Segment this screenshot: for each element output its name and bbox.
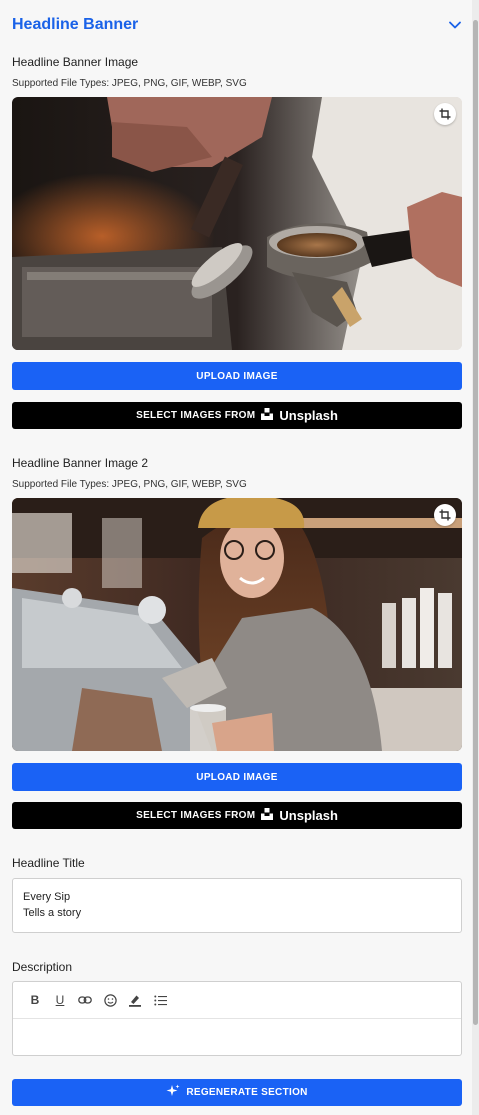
image1-label: Headline Banner Image xyxy=(12,55,139,69)
barista-photo xyxy=(12,498,462,751)
bold-icon[interactable]: B xyxy=(27,992,43,1008)
banner-image-1 xyxy=(12,97,462,350)
crop-icon[interactable] xyxy=(434,103,456,125)
upload-image-button-1[interactable]: UPLOAD IMAGE xyxy=(12,362,462,390)
image2-file-types: Supported File Types: JPEG, PNG, GIF, WE… xyxy=(12,479,247,490)
unsplash-button-label: SELECT IMAGES FROM xyxy=(136,810,256,821)
image2-label: Headline Banner Image 2 xyxy=(12,456,149,470)
headline-title-input[interactable]: Every Sip Tells a story xyxy=(12,878,462,933)
sparkle-icon xyxy=(166,1084,180,1101)
settings-panel: Headline Banner Headline Banner Image Su… xyxy=(0,0,472,1115)
select-unsplash-button-2[interactable]: SELECT IMAGES FROM Unsplash xyxy=(12,802,462,829)
crop-icon[interactable] xyxy=(434,504,456,526)
chevron-down-icon[interactable] xyxy=(448,18,462,32)
banner-image-2 xyxy=(12,498,462,751)
link-icon[interactable] xyxy=(77,992,93,1008)
regenerate-section-button[interactable]: REGENERATE SECTION xyxy=(12,1079,462,1106)
regenerate-label: REGENERATE SECTION xyxy=(186,1087,308,1098)
highlight-icon[interactable] xyxy=(127,992,143,1008)
select-unsplash-button-1[interactable]: SELECT IMAGES FROM Unsplash xyxy=(12,402,462,429)
section-title: Headline Banner xyxy=(12,16,139,33)
scrollbar[interactable] xyxy=(472,0,479,1115)
description-label: Description xyxy=(12,960,73,974)
description-content[interactable] xyxy=(13,1019,461,1055)
list-icon[interactable] xyxy=(152,992,168,1008)
section-header[interactable]: Headline Banner xyxy=(12,14,462,36)
image1-file-types: Supported File Types: JPEG, PNG, GIF, WE… xyxy=(12,78,247,89)
editor-toolbar: B U xyxy=(13,982,461,1019)
unsplash-logo-icon xyxy=(261,408,274,423)
description-editor[interactable]: B U xyxy=(12,981,462,1056)
headline-title-line-1: Every Sip xyxy=(23,891,71,903)
unsplash-button-label: SELECT IMAGES FROM xyxy=(136,410,256,421)
headline-title-label: Headline Title xyxy=(12,856,85,870)
scrollbar-thumb[interactable] xyxy=(473,20,478,1025)
unsplash-brand: Unsplash xyxy=(279,408,338,423)
upload-image-button-2[interactable]: UPLOAD IMAGE xyxy=(12,763,462,791)
unsplash-brand: Unsplash xyxy=(279,808,338,823)
unsplash-logo-icon xyxy=(261,808,274,823)
emoji-icon[interactable] xyxy=(102,992,118,1008)
espresso-photo xyxy=(12,97,462,350)
underline-icon[interactable]: U xyxy=(52,992,68,1008)
headline-title-line-2: Tells a story xyxy=(23,907,82,919)
